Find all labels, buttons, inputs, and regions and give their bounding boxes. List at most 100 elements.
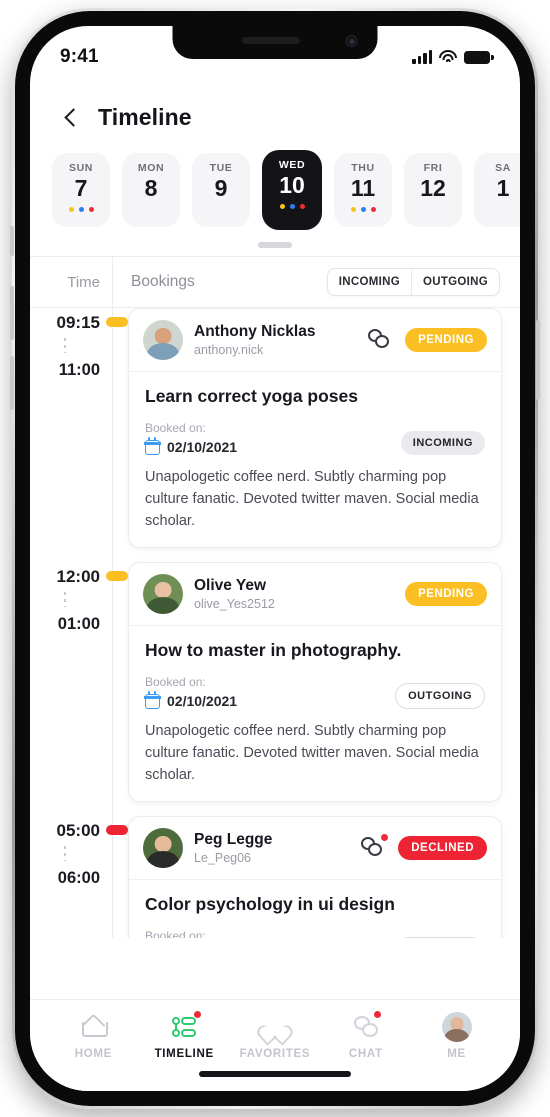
heart-icon: [254, 1014, 296, 1046]
chat-icon[interactable]: [368, 328, 394, 352]
calendar-icon: [144, 436, 161, 455]
date-dow: SUN: [69, 162, 93, 174]
date-strip[interactable]: SUN 7 MON 8 TUE 9 WED 10 THU 11 FRI 12 S…: [30, 139, 520, 230]
date-number: 7: [74, 175, 88, 201]
timeline-row: 09:15 11:00 Anthony Nicklas anthony.nick: [30, 308, 520, 548]
booking-start-time: 12:00: [56, 567, 100, 586]
back-chevron-icon[interactable]: [60, 107, 82, 129]
tab-label: CHAT: [348, 1048, 383, 1060]
phone-screen: 9:41 Timeline SUN 7 MON 8 TUE 9 WED 10 T…: [30, 26, 520, 1091]
avatar-icon: [441, 1012, 472, 1042]
booking-card-header: Anthony Nicklas anthony.nick PENDING: [129, 309, 501, 371]
user-name: Olive Yew: [194, 576, 267, 594]
chat-icon[interactable]: [361, 834, 389, 860]
unread-badge-dot: [381, 834, 389, 841]
tab-favorites[interactable]: FAVORITES: [230, 1014, 321, 1060]
booking-meta: Booked on: 02/10/2021 INCOMING: [144, 420, 485, 455]
booked-on-value: 02/10/2021: [144, 436, 237, 455]
avatar: [143, 828, 183, 868]
silent-switch[interactable]: [10, 226, 14, 256]
date-number: 11: [350, 175, 376, 201]
screenshot-stage: 9:41 Timeline SUN 7 MON 8 TUE 9 WED 10 T…: [0, 0, 550, 1117]
bookings-label: Bookings: [131, 273, 195, 290]
notification-dot: [373, 1011, 381, 1018]
date-card-wed-selected[interactable]: WED 10: [262, 150, 322, 230]
power-button[interactable]: [536, 320, 540, 400]
date-card-sun[interactable]: SUN 7: [52, 153, 110, 227]
tab-chat[interactable]: CHAT: [320, 1011, 411, 1060]
direction-filter-segmented-control[interactable]: INCOMING OUTGOING: [326, 268, 500, 296]
volume-up-button[interactable]: [10, 286, 14, 340]
booking-card-header: Olive Yew olive_Yes2512 PENDING: [129, 563, 501, 625]
booking-title: Color psychology in ui design: [145, 894, 395, 914]
booking-user: Peg Legge Le_Peg06: [194, 830, 350, 867]
date-number: 12: [420, 175, 446, 201]
booking-card-header: Peg Legge Le_Peg06 DECLINED: [129, 817, 501, 879]
bookings-column-header: Bookings INCOMING OUTGOING: [112, 257, 520, 307]
date-number: 1: [496, 175, 510, 201]
booking-title: How to master in photography.: [145, 640, 402, 660]
home-indicator: [199, 1071, 351, 1077]
status-badge: PENDING: [405, 582, 487, 606]
front-camera: [345, 35, 358, 47]
booking-start-time: 05:00: [56, 821, 100, 840]
booking-end-time: 01:00: [57, 615, 100, 633]
tab-home[interactable]: HOME: [48, 1014, 139, 1060]
date-dow: WED: [278, 159, 306, 171]
time-column: 12:00 01:00: [30, 562, 128, 802]
booking-card-body: How to master in photography. Booked on:…: [129, 625, 501, 801]
tab-label: TIMELINE: [154, 1048, 214, 1060]
direction-badge: OUTGOING: [395, 683, 485, 709]
timeline-row: 05:00 06:00 Peg Legge Le_Peg06 DECLINED …: [30, 816, 520, 938]
booking-card[interactable]: Olive Yew olive_Yes2512 PENDING How to m…: [128, 562, 502, 802]
booking-card[interactable]: Anthony Nicklas anthony.nick PENDING Lea…: [128, 308, 502, 548]
status-marker: [106, 317, 128, 327]
booking-card-body: Color psychology in ui design Booked on:…: [129, 879, 501, 938]
booking-user: Anthony Nicklas anthony.nick: [194, 322, 357, 359]
drag-handle[interactable]: [258, 242, 292, 248]
booked-on-value: 02/10/2021: [144, 690, 238, 709]
booking-meta: Booked on: 02/10/2021 OUTGOING: [145, 928, 485, 938]
booking-end-time: 11:00: [58, 361, 100, 379]
page-title: Timeline: [98, 104, 192, 130]
cellular-signal-icon: [412, 49, 432, 64]
date-dow: TUE: [209, 162, 233, 174]
booking-card[interactable]: Peg Legge Le_Peg06 DECLINED Color psycho…: [128, 816, 502, 938]
tab-label: ME: [447, 1048, 466, 1060]
date-card-sat[interactable]: SA 1: [474, 153, 520, 227]
home-icon: [78, 1014, 109, 1040]
tab-me[interactable]: ME: [411, 1012, 502, 1060]
status-time: 9:41: [60, 46, 99, 67]
sheet-grabber-wrap: [30, 230, 520, 256]
volume-down-button[interactable]: [10, 356, 14, 410]
timeline-icon: [169, 1011, 202, 1040]
tab-timeline[interactable]: TIMELINE: [139, 1011, 230, 1060]
chat-icon: [351, 1011, 381, 1040]
calendar-icon: [144, 690, 161, 709]
user-name: Peg Legge: [194, 830, 273, 848]
time-column: 09:15 11:00: [30, 308, 128, 548]
booking-start-time: 09:15: [56, 313, 100, 332]
filter-incoming-button[interactable]: INCOMING: [328, 269, 411, 295]
date-card-fri[interactable]: FRI 12: [404, 153, 462, 227]
booking-card-body: Learn correct yoga poses Booked on: 02/1…: [129, 371, 501, 547]
column-header: Time Bookings INCOMING OUTGOING: [30, 256, 520, 308]
time-connector: [30, 588, 100, 614]
date-card-mon[interactable]: MON 8: [122, 153, 180, 227]
date-card-thu[interactable]: THU 11: [334, 153, 392, 227]
booked-on-date: 02/10/2021: [167, 693, 238, 709]
battery-icon: [464, 50, 494, 64]
notification-dot: [194, 1011, 202, 1018]
booking-meta: Booked on: 02/10/2021 OUTGOING: [144, 674, 485, 709]
filter-outgoing-button[interactable]: OUTGOING: [410, 269, 499, 295]
date-dots: [350, 207, 376, 212]
status-badge: DECLINED: [398, 836, 487, 860]
user-handle: olive_Yes2512: [194, 596, 275, 611]
date-number: 9: [214, 175, 228, 201]
date-dow: MON: [137, 162, 165, 174]
booked-on-label: Booked on:: [145, 421, 206, 435]
timeline-list[interactable]: 09:15 11:00 Anthony Nicklas anthony.nick: [30, 308, 520, 938]
date-card-tue[interactable]: TUE 9: [192, 153, 250, 227]
booking-description: Unapologetic coffee nerd. Subtly charmin…: [145, 469, 479, 529]
user-handle: anthony.nick: [194, 342, 264, 357]
